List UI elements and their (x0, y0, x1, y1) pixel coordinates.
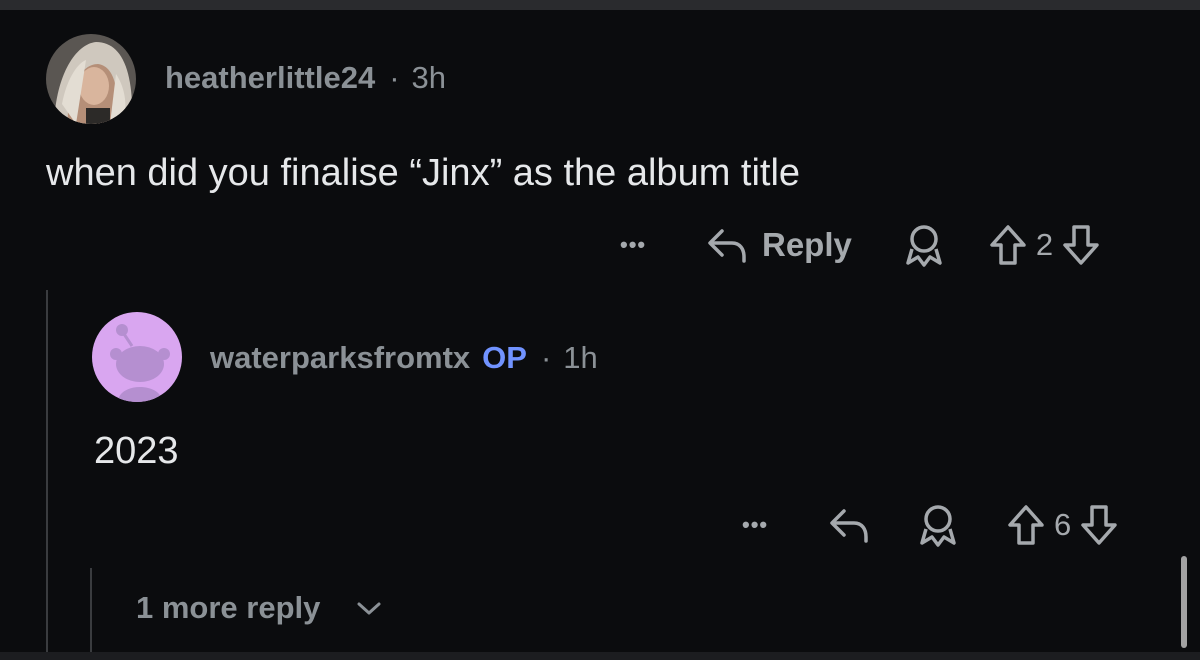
award-button[interactable] (904, 223, 944, 267)
more-options-button[interactable]: ••• (742, 512, 782, 538)
reply-arrow-icon (830, 509, 868, 543)
more-options-button[interactable]: ••• (620, 232, 660, 258)
comment-author-line: waterparksfromtx OP · 1h (210, 340, 598, 376)
avatar[interactable] (46, 34, 136, 124)
top-edge (0, 0, 1200, 10)
award-button[interactable] (918, 503, 958, 547)
vote-controls: 2 (988, 223, 1101, 267)
reply-button[interactable] (828, 505, 872, 545)
award-icon (906, 225, 942, 267)
upvote-arrow-icon[interactable] (1006, 503, 1046, 547)
more-replies-label: 1 more reply (136, 590, 321, 625)
username[interactable]: heatherlittle24 (165, 60, 375, 95)
comment-actions: ••• 6 (742, 502, 1119, 548)
default-snoo-avatar (92, 312, 182, 402)
reply-arrow-icon (708, 229, 746, 263)
bottom-edge (0, 652, 1200, 660)
avatar[interactable] (92, 312, 182, 402)
op-badge: OP (482, 340, 527, 375)
username[interactable]: waterparksfromtx (210, 340, 470, 375)
thread-line-level-2[interactable] (90, 568, 92, 652)
downvote-arrow-icon[interactable] (1079, 503, 1119, 547)
vote-controls: 6 (1006, 503, 1119, 547)
award-icon (920, 505, 956, 547)
thread-line-level-1[interactable] (46, 290, 48, 652)
timestamp: 3h (411, 60, 447, 95)
vote-score: 2 (1035, 227, 1054, 262)
reply-label: Reply (762, 226, 852, 263)
comment-body: when did you finalise “Jinx” as the albu… (46, 152, 801, 194)
separator-dot: · (389, 60, 400, 95)
upvote-arrow-icon[interactable] (988, 223, 1028, 267)
reply-button[interactable]: Reply (706, 225, 852, 265)
chevron-down-icon (357, 602, 381, 615)
comment-author-line: heatherlittle24 · 3h (165, 60, 446, 96)
comment-body: 2023 (94, 430, 179, 472)
user-photo-avatar (46, 34, 136, 124)
downvote-arrow-icon[interactable] (1061, 223, 1101, 267)
timestamp: 1h (563, 340, 598, 375)
separator-dot: · (540, 340, 552, 375)
comment-actions: ••• Reply 2 (620, 222, 1101, 268)
more-replies-button[interactable]: 1 more reply (136, 590, 384, 626)
scrollbar[interactable] (1181, 556, 1187, 648)
vote-score: 6 (1054, 507, 1072, 542)
